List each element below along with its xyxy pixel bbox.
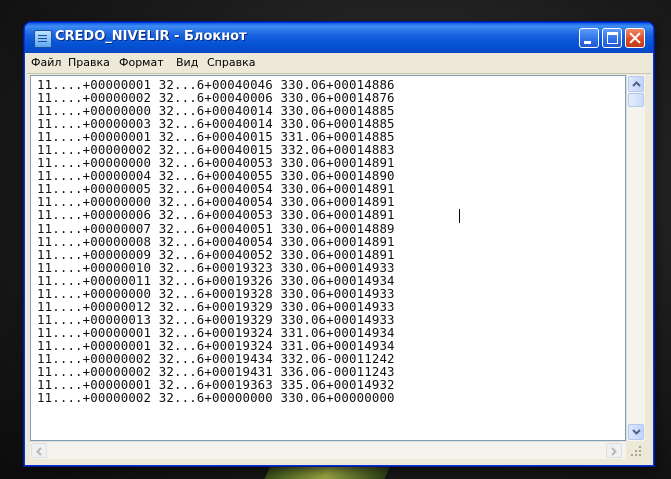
chevron-right-icon (611, 447, 617, 456)
title-bar[interactable]: CREDO_NIVELIR - Блокнот (25, 23, 653, 53)
resize-grip[interactable] (626, 441, 644, 458)
menu-format[interactable]: Формат (119, 56, 164, 69)
maximize-button[interactable] (602, 28, 622, 48)
close-button[interactable] (625, 28, 645, 48)
scroll-down-button[interactable] (628, 424, 644, 440)
text-line: 11....+00000001 32...6+00019324 331.06+0… (37, 324, 395, 340)
menu-edit[interactable]: Правка (68, 56, 110, 69)
menu-view[interactable]: Вид (176, 56, 198, 69)
text-line: 11....+00000000 32...6+00019328 330.06+0… (37, 285, 395, 301)
text-content[interactable]: 11....+00000001 32...6+00040046 330.06+0… (31, 76, 625, 404)
scroll-left-button[interactable] (31, 443, 47, 458)
minimize-button[interactable] (579, 28, 599, 48)
window-title: CREDO_NIVELIR - Блокнот (55, 29, 247, 44)
text-editor[interactable]: 11....+00000001 32...6+00040046 330.06+0… (30, 75, 626, 441)
scroll-up-button[interactable] (628, 76, 644, 92)
menu-help[interactable]: Справка (207, 56, 255, 69)
vertical-scrollbar[interactable] (626, 75, 645, 441)
horizontal-scrollbar[interactable] (30, 441, 626, 459)
chevron-up-icon (632, 81, 641, 87)
menu-file[interactable]: Файл (31, 56, 61, 69)
text-line: 11....+00000011 32...6+00019326 330.06+0… (37, 272, 395, 288)
text-line: 11....+00000007 32...6+00040051 330.06+0… (37, 220, 395, 236)
notepad-window: CREDO_NIVELIR - Блокнот Файл Правка Форм… (24, 22, 654, 466)
text-caret (459, 209, 460, 223)
chevron-down-icon (632, 429, 641, 435)
notepad-icon[interactable] (34, 30, 52, 48)
text-line: 11....+00000010 32...6+00019323 330.06+0… (37, 259, 395, 275)
text-line: 11....+00000013 32...6+00019329 330.06+0… (37, 311, 395, 327)
scroll-thumb[interactable] (628, 93, 644, 107)
chevron-left-icon (36, 447, 42, 456)
menu-bar: Файл Правка Формат Вид Справка (27, 53, 651, 74)
text-line: 11....+00000009 32...6+00040052 330.06+0… (37, 246, 395, 262)
text-line: 11....+00000008 32...6+00040054 330.06+0… (37, 233, 395, 249)
scroll-right-button[interactable] (606, 443, 622, 458)
text-line: 11....+00000012 32...6+00019329 330.06+0… (37, 298, 395, 314)
text-line: 11....+00000002 32...6+00000000 330.06+0… (37, 390, 395, 406)
text-line: 11....+00000006 32...6+00040053 330.06+0… (37, 207, 395, 223)
